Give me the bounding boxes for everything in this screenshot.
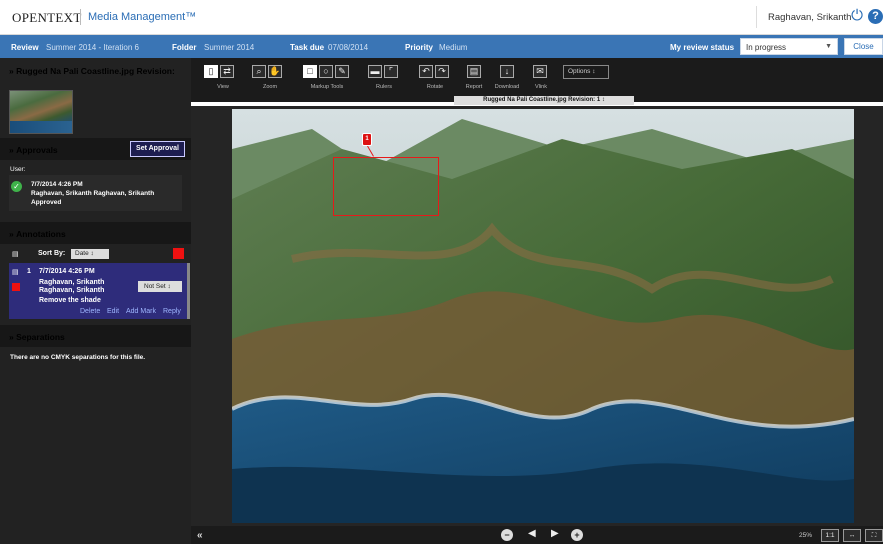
pan-hand-icon[interactable]: ✋ — [268, 65, 282, 78]
approvals-title: » Approvals — [9, 145, 58, 155]
separations-section-header[interactable]: » Separations — [0, 325, 191, 347]
zoom-label: Zoom — [262, 84, 278, 90]
sort-label: Sort By: — [38, 250, 66, 257]
edit-link[interactable]: Edit — [107, 308, 119, 315]
color-swatch[interactable] — [173, 248, 184, 259]
download-label: Download — [494, 84, 520, 90]
annotation-author-2: Raghavan, Srikanth — [39, 287, 105, 294]
task-due-value: 07/08/2014 — [328, 43, 369, 52]
review-value: Summer 2014 - Iteration 6 — [46, 43, 139, 52]
view-label: View — [217, 84, 229, 90]
user-label: User: — [10, 166, 26, 173]
rotate-label: Rotate — [426, 84, 444, 90]
review-status-value: In progress — [746, 43, 787, 52]
collapse-panel-icon[interactable]: « — [197, 530, 203, 541]
chevron-down-icon: ▼ — [825, 43, 832, 50]
rotate-right-icon[interactable]: ↷ — [435, 65, 449, 78]
zoom-level: 25% — [799, 532, 813, 539]
opentext-logo: OPENTEXT — [12, 10, 82, 25]
review-status-select[interactable]: In progress ▼ — [740, 38, 838, 55]
file-title: » Rugged Na Pali Coastline.jpg Revision: — [9, 66, 175, 76]
rulers-label: Rulers — [376, 84, 392, 90]
annotation-icon: ▤ — [12, 269, 19, 276]
logo-divider — [80, 9, 81, 25]
folder-value: Summer 2014 — [204, 43, 255, 52]
options-label: Options — [568, 68, 591, 75]
annotation-color — [12, 283, 20, 291]
sort-value: Date — [75, 250, 89, 257]
review-status-label: My review status — [670, 43, 735, 52]
vlink-label: Vlink — [535, 84, 547, 90]
task-due-label: Task due — [290, 43, 325, 52]
actual-size-button[interactable]: 1:1 — [821, 529, 839, 542]
review-label: Review — [11, 43, 39, 52]
markup-tools-label: Markup Tools — [310, 84, 344, 90]
download-icon[interactable]: ↓ — [500, 65, 514, 78]
close-button[interactable]: Close — [844, 38, 883, 55]
report-icon[interactable]: ▤ — [467, 65, 481, 78]
help-icon[interactable]: ? — [868, 9, 883, 24]
annotation-comment: Remove the shade — [39, 297, 101, 304]
product-name: Media Management™ — [88, 11, 197, 23]
annotation-status-select[interactable]: Not Set ↕ — [138, 281, 182, 292]
coastline-photo[interactable] — [232, 109, 854, 523]
annotation-status: Not Set — [144, 283, 166, 290]
priority-value: Medium — [439, 43, 468, 52]
check-icon: ✓ — [11, 181, 22, 192]
header-divider — [756, 6, 757, 28]
zoom-icon[interactable]: ⌕ — [252, 65, 266, 78]
separations-text: There are no CMYK separations for this f… — [10, 354, 146, 361]
annotation-marker[interactable]: 1 — [362, 133, 372, 146]
previous-icon[interactable]: ◀ — [528, 528, 536, 539]
photo-artwork — [232, 109, 854, 523]
user-name[interactable]: Raghavan, Srikanth — [768, 12, 851, 23]
ruler-corner-icon[interactable]: ⌜ — [384, 65, 398, 78]
file-section-header[interactable]: » Rugged Na Pali Coastline.jpg Revision: — [0, 63, 191, 78]
page-view-icon[interactable]: ▯ — [204, 65, 218, 78]
rotate-left-icon[interactable]: ↶ — [419, 65, 433, 78]
set-approval-button[interactable]: Set Approval — [130, 141, 185, 157]
app-window: OPENTEXT Media Management™ Raghavan, Sri… — [0, 0, 883, 544]
vlink-icon[interactable]: ✉ — [533, 65, 547, 78]
approval-status: Approved — [31, 199, 62, 206]
fit-width-icon[interactable]: ↔ — [843, 529, 861, 542]
sort-select[interactable]: Date ↕ — [71, 249, 109, 259]
ellipse-tool-icon[interactable]: ○ — [319, 65, 333, 78]
approval-names: Raghavan, Srikanth Raghavan, Srikanth — [31, 190, 155, 197]
reply-link[interactable]: Reply — [163, 308, 181, 315]
annotations-title: » Annotations — [9, 229, 66, 239]
report-label: Report — [465, 84, 483, 90]
zoom-in-icon[interactable]: + — [571, 529, 583, 541]
fit-page-icon[interactable]: ⛶ — [865, 529, 883, 542]
compare-view-icon[interactable]: ⇄ — [220, 65, 234, 78]
separations-title: » Separations — [9, 332, 65, 342]
ruler-horizontal-icon[interactable]: ▬ — [368, 65, 382, 78]
annotation-number: 1 — [27, 268, 31, 275]
zoom-out-icon[interactable]: − — [501, 529, 513, 541]
review-info-bar: Review Summer 2014 - Iteration 6 Folder … — [0, 35, 883, 58]
options-select[interactable]: Options ↕ — [563, 65, 609, 79]
delete-link[interactable]: Delete — [80, 308, 100, 315]
power-icon[interactable]: ⏻ — [849, 7, 865, 25]
annotations-icon[interactable]: ▤ — [12, 250, 19, 258]
revision-select[interactable]: Rugged Na Pali Coastline.jpg Revision: 1… — [454, 96, 634, 105]
annotation-scrollbar[interactable] — [187, 263, 190, 319]
rectangle-tool-icon[interactable]: □ — [303, 65, 317, 78]
top-header: OPENTEXT Media Management™ Raghavan, Sri… — [0, 0, 883, 35]
priority-label: Priority — [405, 43, 434, 52]
approval-date: 7/7/2014 4:26 PM — [31, 181, 83, 188]
annotation-author: Raghavan, Srikanth — [39, 279, 105, 286]
next-icon[interactable]: ▶ — [551, 528, 559, 539]
pencil-tool-icon[interactable]: ✎ — [335, 65, 349, 78]
annotation-markup-rectangle[interactable] — [333, 157, 439, 216]
annotations-section-header[interactable]: » Annotations — [0, 222, 191, 244]
add-mark-link[interactable]: Add Mark — [126, 308, 156, 315]
bottom-bar — [191, 526, 883, 544]
image-thumbnail[interactable] — [9, 90, 73, 134]
folder-label: Folder — [172, 43, 197, 52]
annotation-date: 7/7/2014 4:26 PM — [39, 268, 95, 275]
revision-label: Rugged Na Pali Coastline.jpg Revision: 1 — [483, 97, 601, 103]
